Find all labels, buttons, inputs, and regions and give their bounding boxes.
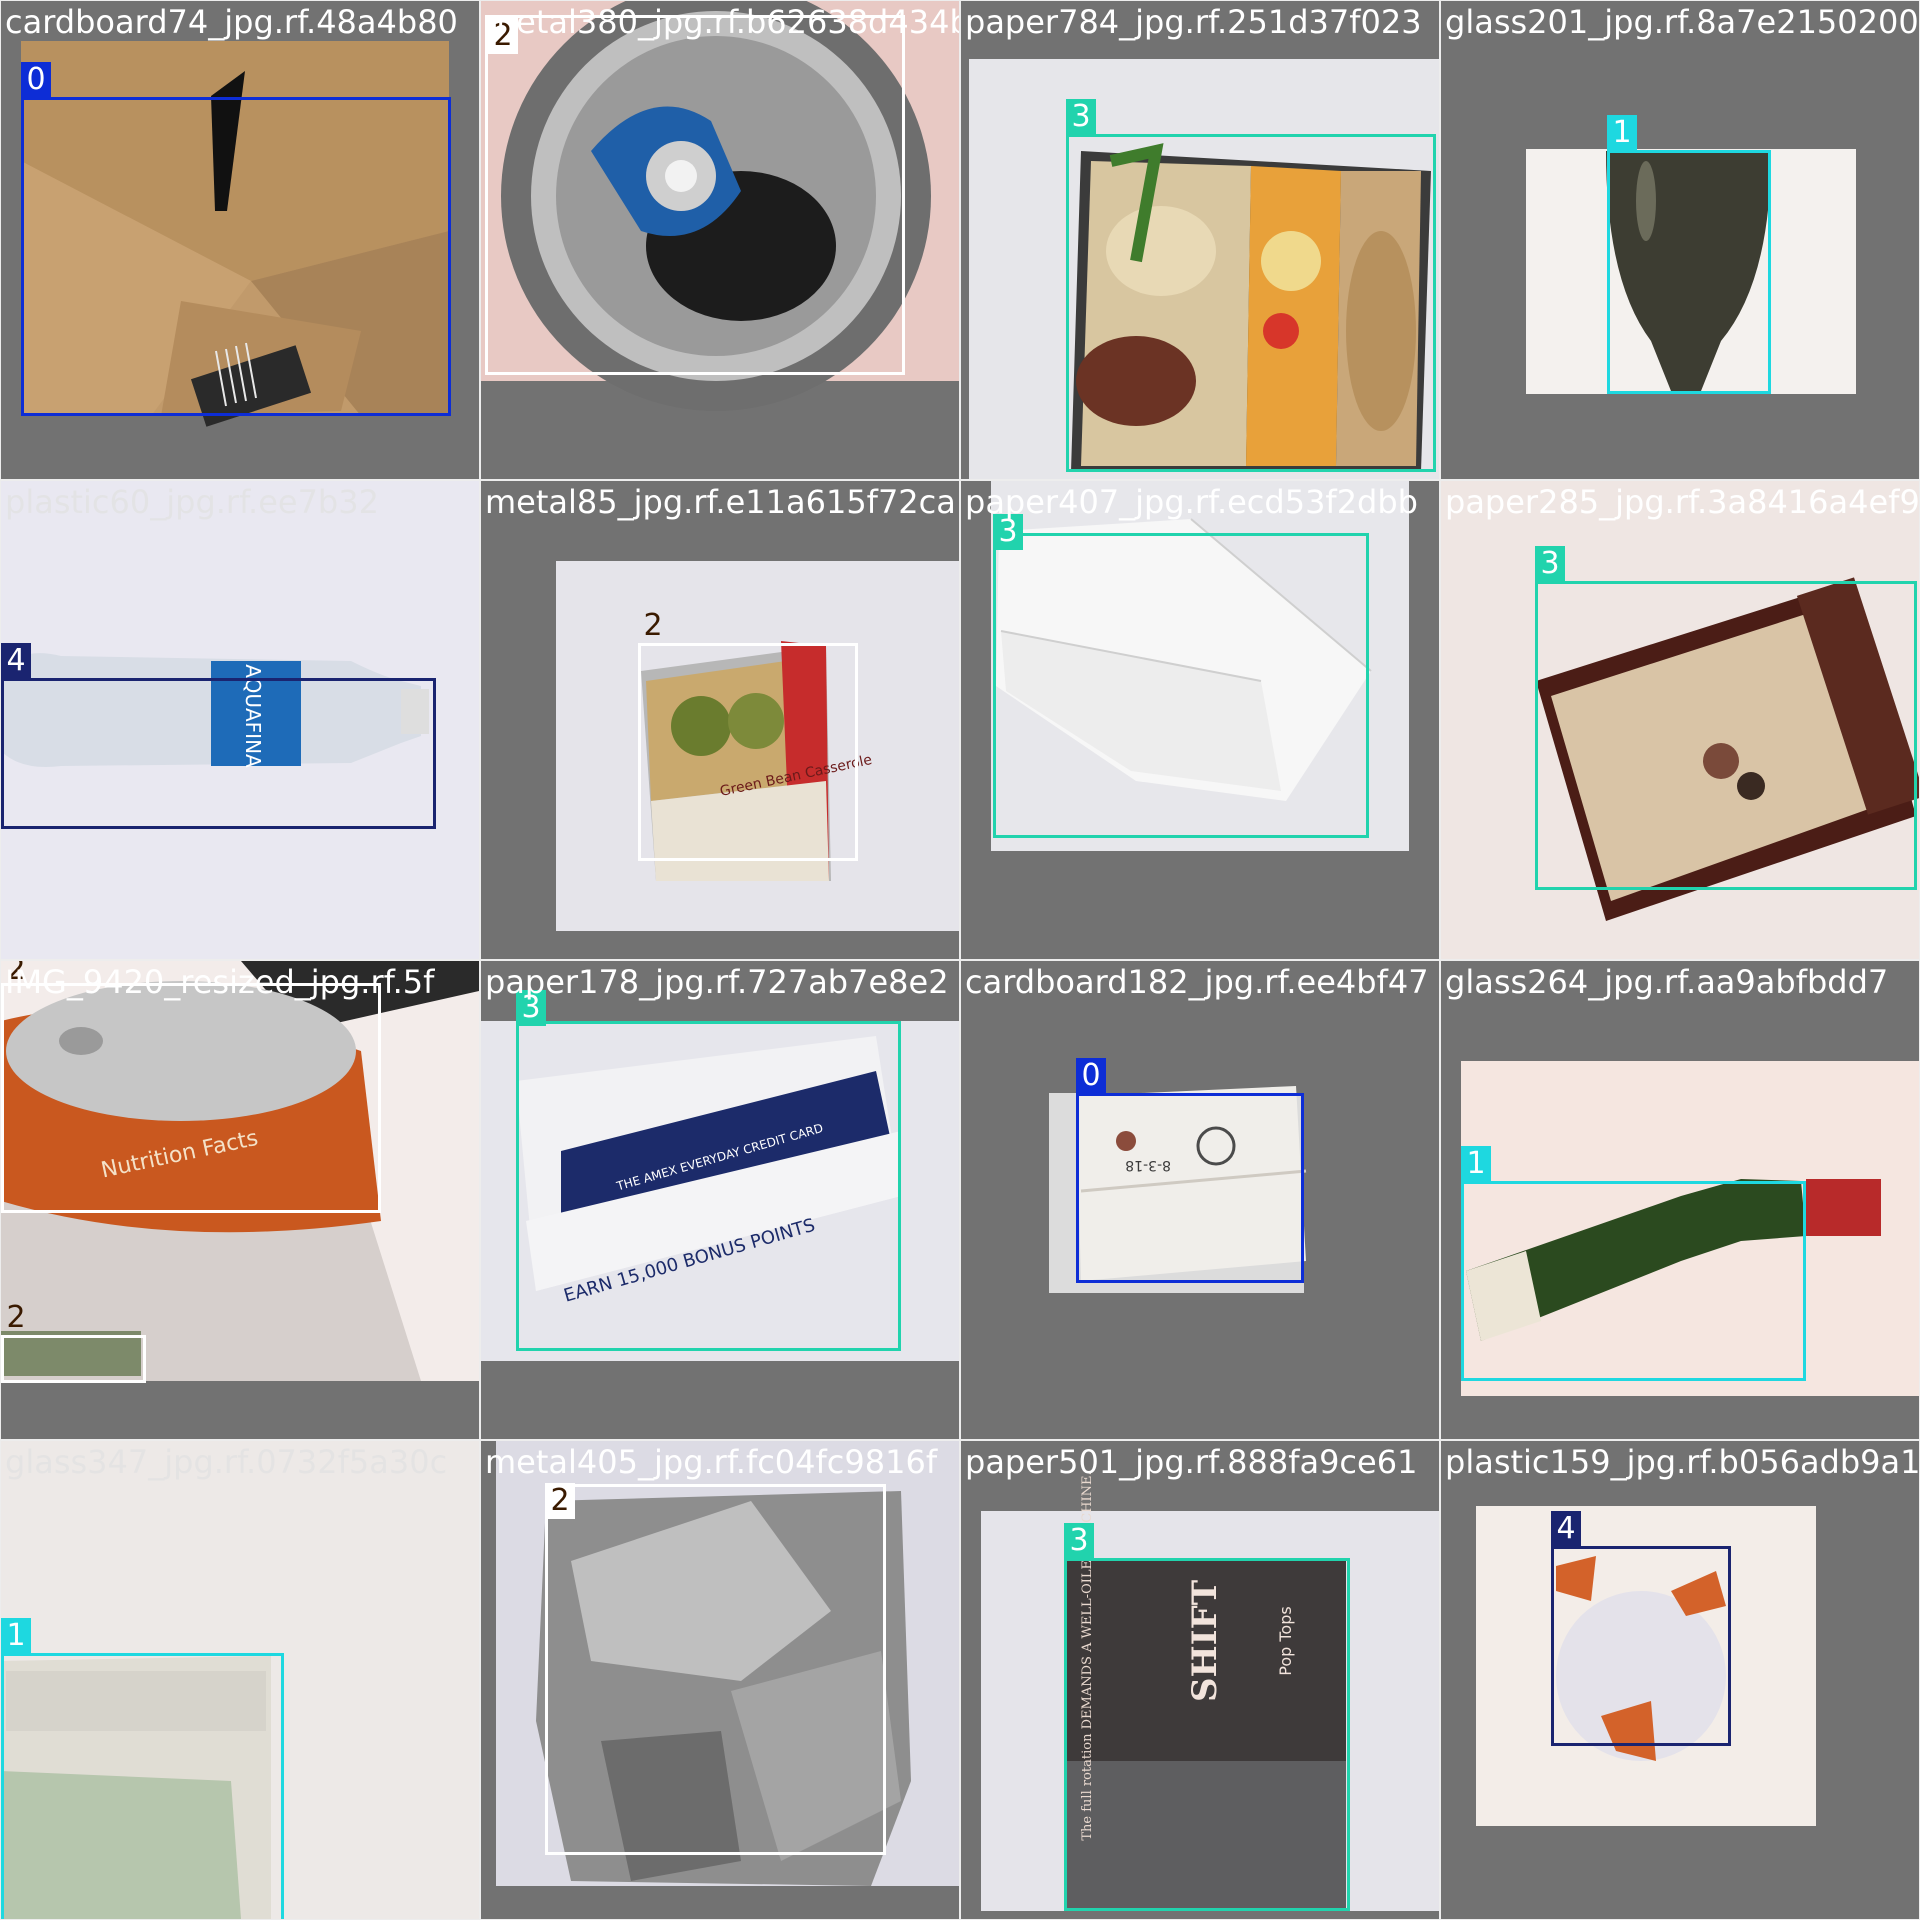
grid-tile-plastic-wrapper[interactable]: plastic159_jpg.rf.b056adb9a1 4 xyxy=(1441,1441,1919,1919)
bbox-glass[interactable]: 1 xyxy=(1607,115,1771,394)
bbox-class-label: 0 xyxy=(1076,1058,1106,1094)
bbox-glass[interactable]: 1 xyxy=(1461,1146,1806,1381)
tile-filename: metal85_jpg.rf.e11a615f72ca xyxy=(485,483,956,521)
bbox-metal[interactable]: 2 xyxy=(485,15,905,375)
bbox-class-label: 1 xyxy=(1461,1146,1491,1182)
grid-tile-paper-shift[interactable]: SHIFT Pop Tops The full rotation DEMANDS… xyxy=(961,1441,1439,1919)
grid-tile-glass-jar[interactable]: glass347_jpg.rf.0732f5a30c 1 xyxy=(1,1441,479,1919)
tile-filename: cardboard182_jpg.rf.ee4bf47 xyxy=(965,963,1429,1001)
tile-filename: paper178_jpg.rf.727ab7e8e2 xyxy=(485,963,949,1001)
tile-filename: metal405_jpg.rf.fc04fc9816f xyxy=(485,1443,938,1481)
bbox-metal[interactable]: 2 xyxy=(638,608,858,861)
bbox-paper[interactable]: 3 xyxy=(516,990,901,1351)
image-grid: cardboard74_jpg.rf.48a4b80 0 metal380_jp… xyxy=(0,0,1920,1920)
bbox-class-label: 2 xyxy=(643,608,663,643)
bbox-class-label: 3 xyxy=(1066,99,1096,135)
bbox-plastic[interactable]: 4 xyxy=(1,643,436,829)
tile-filename: paper285_jpg.rf.3a8416a4ef9 xyxy=(1445,483,1919,521)
tile-filename: paper407_jpg.rf.ecd53f2dbb xyxy=(965,483,1418,521)
bbox-paper[interactable]: 3 xyxy=(993,514,1369,838)
grid-tile-paper-magazine[interactable]: paper784_jpg.rf.251d37f023 3 xyxy=(961,1,1439,479)
grid-tile-paper-envelope[interactable]: THE AMEX EVERYDAY CREDIT CARD EARN 15,00… xyxy=(481,961,959,1439)
tile-filename: paper501_jpg.rf.888fa9ce61 xyxy=(965,1443,1418,1481)
tile-filename: glass201_jpg.rf.8a7e2150200 xyxy=(1445,3,1919,41)
grid-tile-glass-bottle[interactable]: glass201_jpg.rf.8a7e2150200 1 xyxy=(1441,1,1919,479)
grid-tile-metal-soda[interactable]: Nutrition Facts IMG_9420_resized_jpg.rf.… xyxy=(1,961,479,1439)
tile-filename: paper784_jpg.rf.251d37f023 xyxy=(965,3,1422,41)
bbox-class-label: 2 xyxy=(6,1300,26,1335)
tile-filename: cardboard74_jpg.rf.48a4b80 xyxy=(5,3,458,41)
bbox-metal-primary[interactable]: 2 xyxy=(1,961,381,1213)
grid-tile-cardboard[interactable]: cardboard74_jpg.rf.48a4b80 0 xyxy=(1,1,479,479)
grid-tile-metal-foil[interactable]: metal405_jpg.rf.fc04fc9816f 2 xyxy=(481,1441,959,1919)
bbox-class-label: 0 xyxy=(21,62,51,98)
bbox-glass[interactable]: 1 xyxy=(1,1618,284,1919)
bbox-class-label: 4 xyxy=(1,643,31,679)
bbox-cardboard[interactable]: 0 xyxy=(21,62,451,416)
bbox-class-label: 2 xyxy=(545,1483,575,1519)
tile-filename: metal380_jpg.rf.b62638d434b xyxy=(485,3,959,41)
tile-filename: IMG_9420_resized_jpg.rf.5f xyxy=(5,963,435,1001)
tile-filename: glass264_jpg.rf.aa9abfbdd7 xyxy=(1445,963,1889,1001)
tile-filename: plastic159_jpg.rf.b056adb9a1 xyxy=(1445,1443,1919,1481)
tile-filename: glass347_jpg.rf.0732f5a30c xyxy=(5,1443,448,1481)
bbox-class-label: 3 xyxy=(1064,1523,1094,1559)
grid-tile-plastic-bottle[interactable]: AQUAFINA plastic60_jpg.rf.ee7b32 4 xyxy=(1,481,479,959)
bbox-metal[interactable]: 2 xyxy=(545,1483,886,1855)
bbox-metal-secondary[interactable]: 2 xyxy=(1,1300,146,1383)
grid-tile-paper-box[interactable]: paper285_jpg.rf.3a8416a4ef9 3 xyxy=(1441,481,1919,959)
grid-tile-metal-can-label[interactable]: Green Bean Casserole metal85_jpg.rf.e11a… xyxy=(481,481,959,959)
bbox-class-label: 1 xyxy=(1607,115,1637,151)
grid-tile-cardboard-box[interactable]: 8-3-18 cardboard182_jpg.rf.ee4bf47 0 xyxy=(961,961,1439,1439)
grid-tile-glass-wine[interactable]: glass264_jpg.rf.aa9abfbdd7 1 xyxy=(1441,961,1919,1439)
tile-filename: plastic60_jpg.rf.ee7b32 xyxy=(5,483,379,521)
bbox-paper[interactable]: 3 xyxy=(1066,99,1436,472)
bbox-class-label: 4 xyxy=(1551,1511,1581,1547)
bbox-class-label: 1 xyxy=(1,1618,31,1654)
bbox-cardboard[interactable]: 0 xyxy=(1076,1058,1304,1283)
grid-tile-metal-can[interactable]: metal380_jpg.rf.b62638d434b 2 xyxy=(481,1,959,479)
bbox-plastic[interactable]: 4 xyxy=(1551,1511,1731,1746)
bbox-class-label: 3 xyxy=(1535,546,1565,582)
grid-tile-paper-white[interactable]: paper407_jpg.rf.ecd53f2dbb 3 xyxy=(961,481,1439,959)
bbox-paper[interactable]: 3 xyxy=(1535,546,1917,890)
bbox-paper[interactable]: 3 xyxy=(1064,1523,1350,1911)
